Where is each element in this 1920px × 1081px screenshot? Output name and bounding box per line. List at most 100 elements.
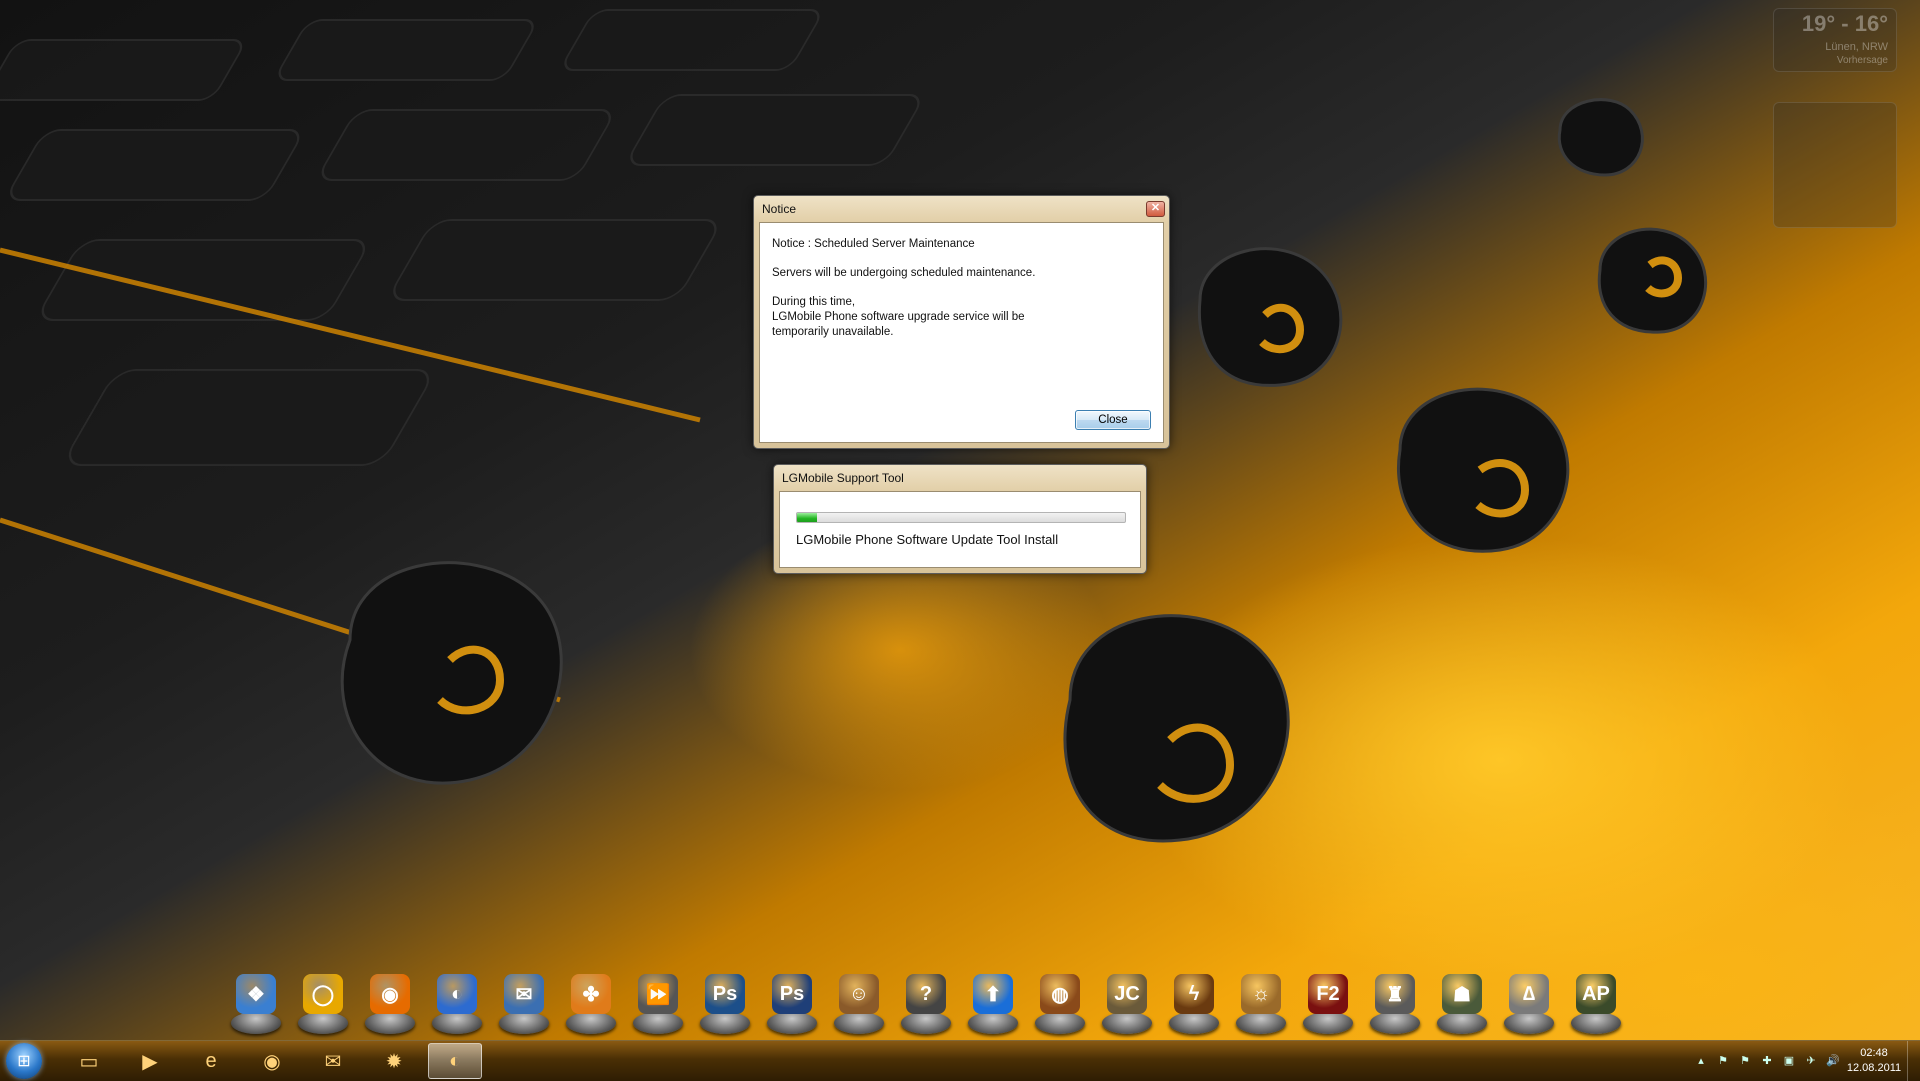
media-icon: ▶: [142, 1050, 158, 1073]
dock-item[interactable]: ☗: [1434, 972, 1490, 1034]
dock-item[interactable]: ⬆: [965, 972, 1021, 1034]
dock-pedestal: [365, 1012, 415, 1034]
taskbar-button[interactable]: e: [184, 1043, 238, 1079]
google-earth-icon: ◐: [437, 974, 477, 1014]
predator-game-icon: AP: [1576, 974, 1616, 1014]
tray-icon[interactable]: ▴: [1694, 1053, 1708, 1067]
clock-time: 02:48: [1860, 1047, 1888, 1059]
dock-pedestal: [834, 1012, 884, 1034]
weather-forecast-label: Vorhersage: [1836, 55, 1888, 66]
forecast-widget[interactable]: [1773, 102, 1897, 228]
dock-pedestal: [1035, 1012, 1085, 1034]
ring-icon: ◯: [303, 974, 343, 1014]
thunderbird-icon: ✉: [324, 1050, 342, 1073]
dock-pedestal: [700, 1012, 750, 1034]
support-tool-window: LGMobile Support Tool LGMobile Phone Sof…: [773, 464, 1147, 574]
support-tool-body: LGMobile Phone Software Update Tool Inst…: [779, 491, 1141, 568]
tray-icon[interactable]: ✚: [1760, 1053, 1774, 1067]
notice-dialog: Notice ✕ Notice : Scheduled Server Maint…: [753, 195, 1170, 449]
internet-explorer-icon: e: [205, 1049, 217, 1072]
notice-dialog-body: Notice : Scheduled Server Maintenance Se…: [759, 222, 1164, 443]
clover-icon: ✤: [571, 974, 611, 1014]
dock-item[interactable]: ⏩: [630, 972, 686, 1034]
tray-icon[interactable]: ✈: [1804, 1053, 1818, 1067]
fear2-icon: F2: [1308, 974, 1348, 1014]
notice-line-2a: During this time,: [772, 296, 856, 308]
notice-line-2b: LGMobile Phone software upgrade service …: [772, 311, 1025, 323]
dock-pedestal: [1437, 1012, 1487, 1034]
lg-icon: ◐: [448, 1049, 462, 1072]
dock-item[interactable]: ◍: [1032, 972, 1088, 1034]
close-button[interactable]: Close: [1075, 410, 1151, 430]
notice-line-1: Servers will be undergoing scheduled mai…: [772, 267, 1036, 279]
firefox-icon: ◉: [263, 1050, 281, 1073]
taskbar-button[interactable]: ✉: [306, 1043, 360, 1079]
bronze-emblem-icon: ☼: [1241, 974, 1281, 1014]
dock-item[interactable]: ♜: [1367, 972, 1423, 1034]
notice-heading: Notice : Scheduled Server Maintenance: [772, 238, 975, 250]
dock-item[interactable]: ✤: [563, 972, 619, 1034]
tray-icon[interactable]: ⚑: [1738, 1053, 1752, 1067]
dock-pedestal: [1169, 1012, 1219, 1034]
notice-dialog-title: Notice: [762, 202, 797, 216]
game-orange-icon: ◍: [1040, 974, 1080, 1014]
dock-pedestal: [1504, 1012, 1554, 1034]
dock-item[interactable]: ◯: [295, 972, 351, 1034]
dock-item[interactable]: ☺: [831, 972, 887, 1034]
install-progress-fill: [797, 513, 817, 522]
windows-icon: ❖: [236, 974, 276, 1014]
soldier-icon: ♜: [1375, 974, 1415, 1014]
dock-item[interactable]: ◉: [362, 972, 418, 1034]
splat-icon: ✹: [385, 1050, 403, 1073]
close-icon[interactable]: ✕: [1146, 201, 1165, 217]
dock-pedestal: [968, 1012, 1018, 1034]
thunderbird-icon: ✉: [504, 974, 544, 1014]
dock-item[interactable]: ∆: [1501, 972, 1557, 1034]
tray-icon[interactable]: ⚑: [1716, 1053, 1730, 1067]
dock-item[interactable]: ✉: [496, 972, 552, 1034]
taskbar-button[interactable]: ▶: [123, 1043, 177, 1079]
upload-arrow-icon: ⬆: [973, 974, 1013, 1014]
weather-widget[interactable]: 19° - 16° Lünen, NRW Vorhersage: [1773, 8, 1897, 72]
dock-pedestal: [901, 1012, 951, 1034]
dock-pedestal: [1102, 1012, 1152, 1034]
dock-pedestal: [1236, 1012, 1286, 1034]
show-desktop-button[interactable]: [1907, 1041, 1920, 1081]
dock-item[interactable]: ◐: [429, 972, 485, 1034]
dock-item[interactable]: ☼: [1233, 972, 1289, 1034]
windows-logo-icon: ⊞: [17, 1053, 31, 1070]
military-game-icon: ☗: [1442, 974, 1482, 1014]
dock-pedestal: [1571, 1012, 1621, 1034]
taskbar-button[interactable]: ◐: [428, 1043, 482, 1079]
dock-item[interactable]: JC: [1099, 972, 1155, 1034]
support-tool-title: LGMobile Support Tool: [782, 471, 904, 485]
taskbar-button[interactable]: ◉: [245, 1043, 299, 1079]
photoshop-icon: Ps: [705, 974, 745, 1014]
dock-item[interactable]: ❖: [228, 972, 284, 1034]
media-player-icon: ⏩: [638, 974, 678, 1014]
dock-item[interactable]: AP: [1568, 972, 1624, 1034]
dock-pedestal: [1303, 1012, 1353, 1034]
dock-pedestal: [298, 1012, 348, 1034]
assassin-icon: ∆: [1509, 974, 1549, 1014]
explorer-icon: ▭: [79, 1050, 99, 1073]
dock-item[interactable]: ?: [898, 972, 954, 1034]
dock-item[interactable]: ϟ: [1166, 972, 1222, 1034]
start-button[interactable]: ⊞: [6, 1043, 42, 1079]
dock-pedestal: [231, 1012, 281, 1034]
dock-pedestal: [767, 1012, 817, 1034]
dock-pedestal: [432, 1012, 482, 1034]
dock-pedestal: [1370, 1012, 1420, 1034]
dock-item[interactable]: F2: [1300, 972, 1356, 1034]
tray-icon[interactable]: 🔊: [1826, 1053, 1840, 1067]
monkey-icon: ☺: [839, 974, 879, 1014]
dock-item[interactable]: Ps: [697, 972, 753, 1034]
taskbar-button[interactable]: ✹: [367, 1043, 421, 1079]
weather-temps: 19° - 16°: [1801, 11, 1888, 36]
photoshop-alt-icon: Ps: [772, 974, 812, 1014]
tray-icon[interactable]: ▣: [1782, 1053, 1796, 1067]
taskbar-button[interactable]: ▭: [62, 1043, 116, 1079]
clock[interactable]: 02:48 12.08.2011: [1842, 1046, 1906, 1076]
dock-item[interactable]: Ps: [764, 972, 820, 1034]
weather-location: Lünen, NRW: [1825, 41, 1888, 53]
